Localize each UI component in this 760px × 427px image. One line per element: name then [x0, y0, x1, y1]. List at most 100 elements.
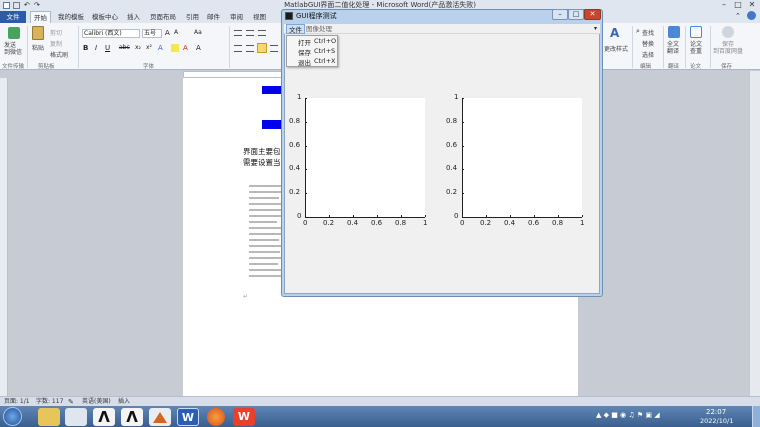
menu-shortcut-open: Ctrl+O — [314, 37, 337, 45]
gui-menu-image-processing[interactable]: 图像处理 — [304, 24, 334, 34]
y-tick-label: 0.6 — [446, 140, 458, 149]
start-button[interactable] — [3, 407, 22, 426]
clock-time[interactable]: 22:07 — [706, 408, 726, 416]
group-label-transfer: 文件传输 — [2, 64, 25, 70]
tab-view[interactable]: 视图 — [250, 11, 269, 23]
change-styles-icon[interactable]: A — [610, 26, 619, 40]
align-left-icon[interactable] — [234, 45, 242, 52]
select-button[interactable]: 选择 — [642, 50, 654, 59]
format-painter-button[interactable]: 格式刷 — [50, 50, 68, 59]
y-tick-mark — [462, 145, 464, 147]
translate-button[interactable]: 全文 翻译 — [667, 41, 679, 55]
x-tick-mark — [558, 215, 559, 217]
underline-button[interactable]: U — [105, 44, 110, 52]
axes-right[interactable] — [462, 98, 582, 217]
y-tick-mark — [462, 121, 464, 123]
clear-format-icon[interactable]: Aa — [194, 29, 202, 36]
paste-button[interactable]: 粘贴 — [32, 43, 44, 52]
highlight-icon[interactable] — [171, 44, 179, 52]
tab-template-center[interactable]: 模板中心 — [89, 11, 121, 23]
char-border-icon[interactable]: A — [196, 44, 201, 52]
strikethrough-button[interactable]: abc — [119, 44, 130, 51]
clock-date[interactable]: 2022/10/1 — [700, 417, 733, 425]
gui-menu-file[interactable]: 文件 — [286, 24, 305, 34]
system-tray-icons[interactable]: ▲ ◆ ■ ◉ ♫ ⚑ ▣ ◢ — [596, 411, 686, 421]
x-tick-mark — [486, 215, 487, 217]
y-tick-label: 0 — [454, 212, 459, 220]
font-color-icon[interactable]: A — [183, 44, 188, 52]
save-to-cloud-button[interactable]: 保存 到百度网盘 — [713, 41, 743, 55]
matlab-taskbar-icon[interactable] — [149, 408, 171, 426]
typora-taskbar-icon[interactable]: Λ — [93, 408, 115, 426]
menu-item-save[interactable]: 保存 — [298, 47, 311, 57]
italic-button[interactable]: I — [95, 44, 97, 52]
paper-check-icon[interactable] — [690, 26, 702, 38]
tab-insert[interactable]: 插入 — [124, 11, 143, 23]
text-effects-icon[interactable]: A — [158, 44, 163, 52]
tab-file[interactable]: 文件 — [0, 11, 26, 23]
group-separator — [685, 26, 686, 68]
font-name-select[interactable]: Calibri (西文) — [82, 29, 140, 38]
cut-button[interactable]: 剪切 — [50, 28, 62, 37]
explorer-taskbar-icon[interactable] — [38, 408, 60, 426]
replace-button[interactable]: 替换 — [642, 39, 654, 48]
menu-item-exit[interactable]: 退出 — [298, 57, 311, 67]
font-size-select[interactable]: 五号 — [142, 29, 162, 38]
word-taskbar-icon[interactable]: W — [177, 408, 199, 426]
firefox-taskbar-icon[interactable] — [207, 408, 225, 426]
vertical-ruler[interactable] — [0, 78, 8, 396]
tab-mailings[interactable]: 邮件 — [204, 11, 223, 23]
close-button[interactable]: ✕ — [745, 0, 759, 10]
maximize-button[interactable]: □ — [731, 0, 745, 10]
y-tick-label: 0.2 — [289, 188, 301, 197]
shrink-font-icon[interactable]: A — [174, 29, 178, 36]
send-to-wechat-button[interactable]: 发送 到微信 — [4, 42, 22, 56]
group-separator — [632, 26, 633, 68]
ribbon-collapse-icon[interactable]: ⌃ — [735, 12, 741, 20]
typora-taskbar-icon[interactable]: Λ — [121, 408, 143, 426]
paste-icon[interactable] — [32, 26, 44, 40]
axes-left[interactable] — [305, 98, 425, 217]
gui-window-title: GUI程序测试 — [296, 12, 337, 20]
vertical-scrollbar[interactable] — [749, 71, 760, 396]
help-icon[interactable] — [747, 11, 756, 20]
align-right-icon[interactable] — [257, 43, 267, 53]
paper-check-button[interactable]: 论文 查重 — [690, 41, 702, 55]
bold-button[interactable]: B — [83, 44, 88, 52]
tab-references[interactable]: 引用 — [183, 11, 202, 23]
change-styles-button[interactable]: 更改样式 — [604, 44, 628, 53]
subscript-button[interactable]: x₂ — [135, 44, 141, 51]
tab-page-layout[interactable]: 页面布局 — [147, 11, 179, 23]
app-taskbar-icon[interactable] — [65, 408, 87, 426]
gui-menubar-arrow-icon[interactable]: ▾ — [594, 25, 597, 32]
copy-button[interactable]: 复制 — [50, 39, 62, 48]
translate-icon[interactable] — [668, 26, 680, 38]
doc-code-line — [249, 251, 280, 253]
doc-code-line — [249, 197, 279, 199]
wechat-icon[interactable] — [8, 27, 20, 39]
show-desktop-button[interactable] — [752, 406, 760, 427]
cloud-save-icon[interactable] — [722, 26, 734, 38]
tab-home[interactable]: 开始 — [30, 11, 51, 23]
bullets-icon[interactable] — [234, 30, 242, 36]
gui-minimize-button[interactable]: – — [552, 9, 568, 20]
gui-maximize-button[interactable]: □ — [568, 9, 584, 20]
align-center-icon[interactable] — [246, 45, 254, 52]
doc-code-line — [249, 221, 277, 223]
minimize-button[interactable]: – — [717, 0, 731, 10]
superscript-button[interactable]: x² — [146, 44, 152, 51]
x-tick-label: 0.8 — [552, 219, 564, 227]
tab-my-templates[interactable]: 我的模板 — [55, 11, 87, 23]
multilevel-icon[interactable] — [258, 30, 266, 36]
gui-close-button[interactable]: ✕ — [584, 9, 601, 20]
group-label-font: 字体 — [143, 64, 155, 70]
grow-font-icon[interactable]: A — [165, 29, 170, 37]
wps-taskbar-icon[interactable]: W — [233, 408, 255, 426]
tab-review[interactable]: 审阅 — [227, 11, 246, 23]
numbering-icon[interactable] — [246, 30, 254, 36]
y-tick-mark — [462, 217, 464, 218]
group-separator — [663, 26, 664, 68]
menu-item-open[interactable]: 打开 — [298, 37, 311, 47]
justify-icon[interactable] — [270, 45, 278, 52]
find-button[interactable]: 查找 — [642, 28, 654, 37]
